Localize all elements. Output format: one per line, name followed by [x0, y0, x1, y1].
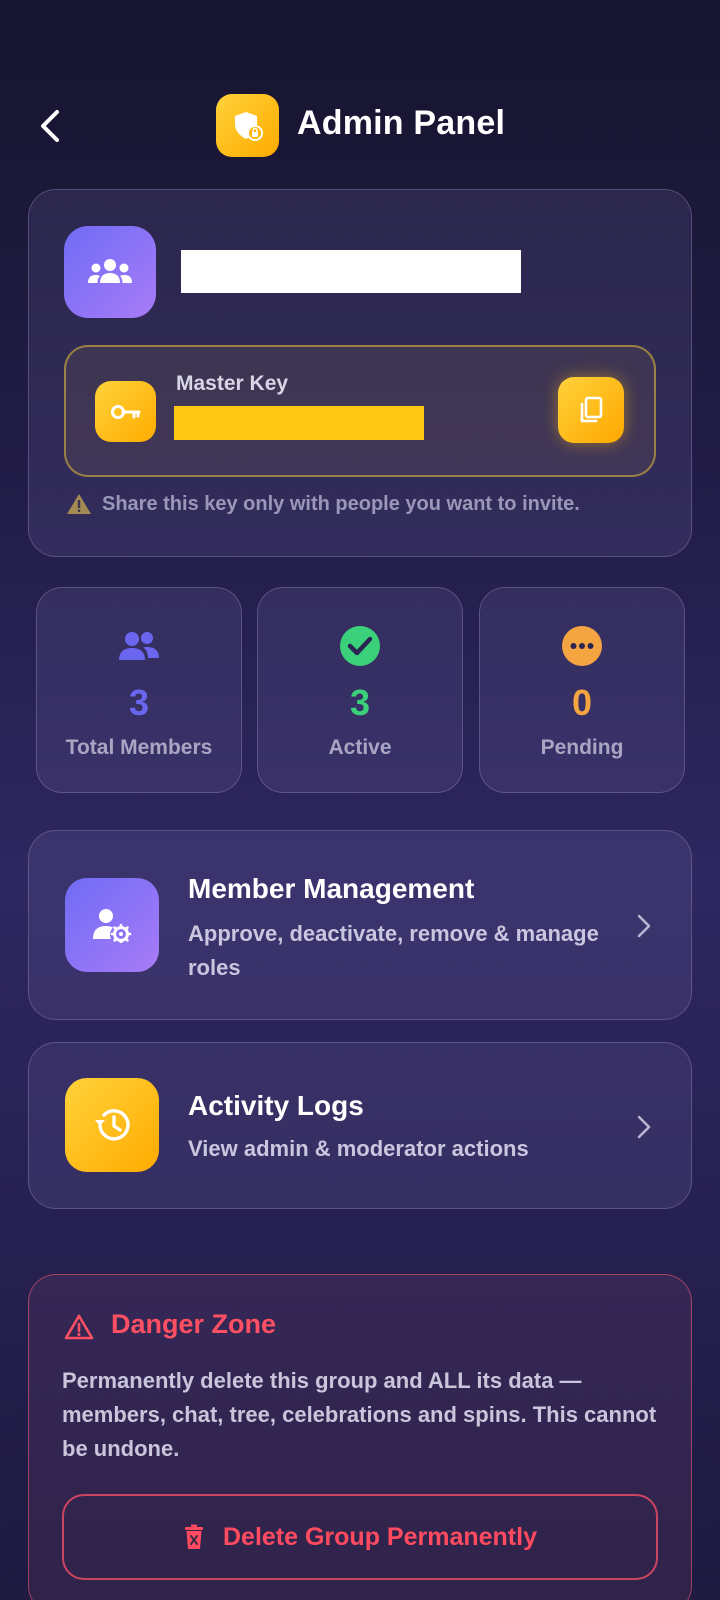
- member-management-title: Member Management: [188, 873, 475, 904]
- master-key-label: Master Key: [176, 372, 289, 395]
- trash-icon: [185, 1524, 203, 1549]
- master-key-value-redacted: [174, 406, 424, 440]
- key-icon: [110, 404, 140, 419]
- chevron-right-icon: [629, 1112, 659, 1142]
- chevron-right-icon: [629, 911, 659, 941]
- activity-logs-icon-badge: [65, 1078, 159, 1172]
- member-management-card[interactable]: Member Management Approve, deactivate, r…: [28, 830, 692, 1020]
- stat-value: 3: [128, 682, 150, 723]
- member-management-icon-badge: [65, 878, 159, 972]
- chevron-left-icon: [41, 110, 59, 142]
- danger-zone-title: Danger Zone: [111, 1309, 277, 1339]
- activity-logs-card[interactable]: Activity Logs View admin & moderator act…: [28, 1042, 692, 1209]
- activity-logs-title: Activity Logs: [188, 1090, 364, 1121]
- stat-label: Pending: [540, 736, 624, 759]
- back-button[interactable]: [30, 106, 70, 146]
- delete-group-label: Delete Group Permanently: [223, 1522, 537, 1551]
- stat-value: 0: [571, 682, 593, 723]
- copy-icon: [580, 396, 603, 423]
- stat-value: 3: [349, 682, 371, 723]
- shield-lock-icon: [234, 111, 263, 141]
- master-key-badge: [95, 381, 156, 442]
- users-icon: [119, 632, 159, 660]
- activity-logs-subtitle: View admin & moderator actions: [188, 1136, 529, 1161]
- stat-pending: 0 Pending: [479, 587, 685, 793]
- check-circle-icon: [340, 626, 380, 666]
- danger-zone-description: Permanently delete this group and ALL it…: [62, 1368, 657, 1461]
- copy-key-button[interactable]: [558, 377, 624, 443]
- share-warning: Share this key only with people you want…: [66, 492, 580, 516]
- group-icon: [88, 259, 132, 283]
- stat-total-members: 3 Total Members: [36, 587, 242, 793]
- page-title: Admin Panel: [297, 104, 506, 142]
- share-warning-text: Share this key only with people you want…: [102, 492, 580, 515]
- delete-group-button[interactable]: Delete Group Permanently: [62, 1494, 658, 1580]
- admin-logo: [216, 94, 279, 157]
- stat-label: Total Members: [65, 736, 213, 759]
- history-icon: [95, 1109, 130, 1141]
- more-circle-icon: [562, 626, 602, 666]
- group-avatar: [64, 226, 156, 318]
- stat-active: 3 Active: [257, 587, 463, 793]
- danger-warning-icon: [64, 1314, 94, 1340]
- stat-label: Active: [328, 736, 392, 759]
- user-settings-icon: [93, 909, 132, 943]
- warning-icon: [67, 494, 91, 514]
- group-name-redacted: [181, 250, 521, 293]
- member-management-subtitle: Approve, deactivate, remove & manage rol…: [188, 921, 599, 980]
